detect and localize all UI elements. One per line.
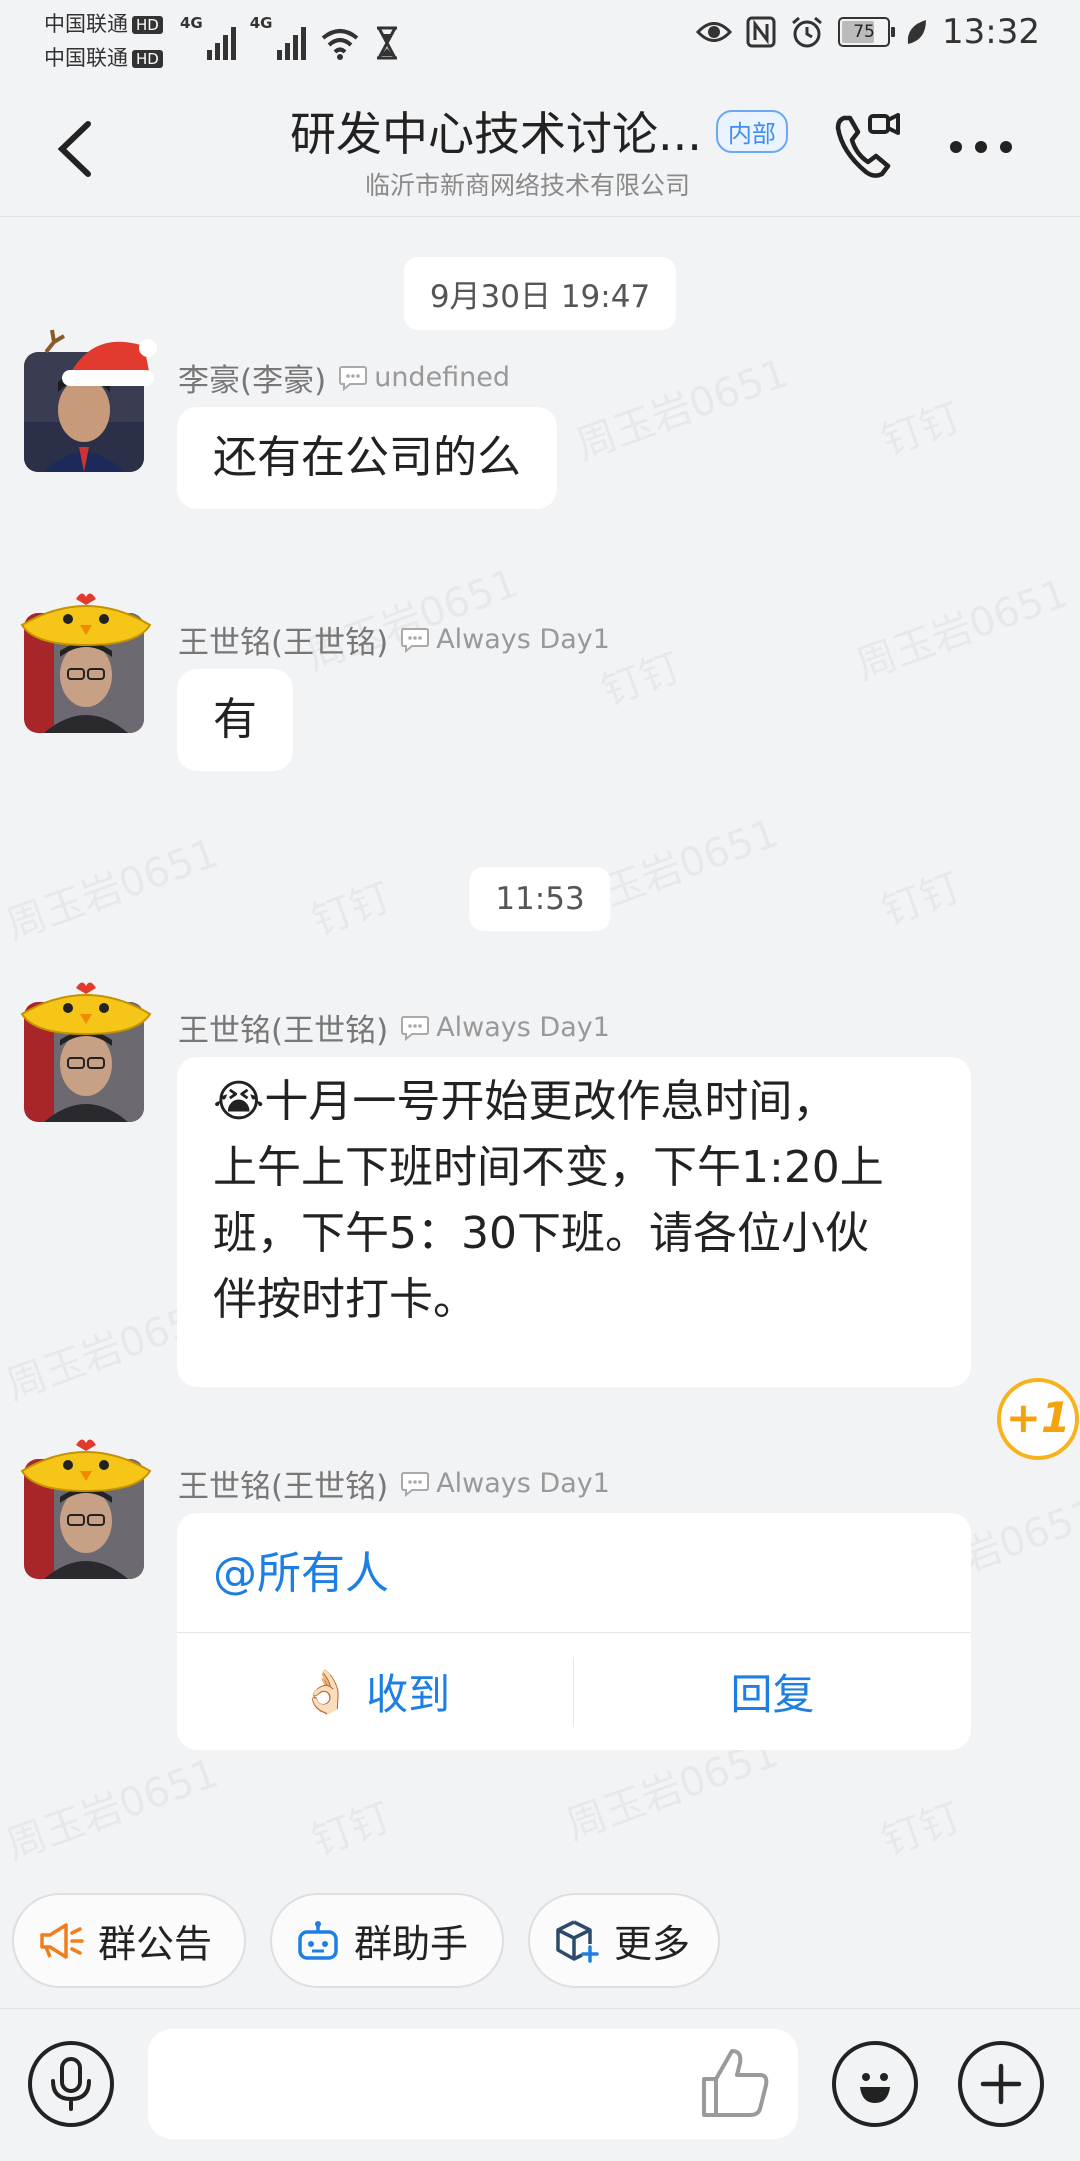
carrier-label: 中国联通 HD: [44, 8, 163, 38]
mention-card[interactable]: @所有人 👌🏻 收到 回复: [177, 1513, 971, 1750]
reply-label: 回复: [730, 1670, 815, 1719]
message-timestamp: 11:53: [469, 867, 611, 931]
chicken-hat-icon: [20, 1439, 152, 1493]
message-bubble[interactable]: 有: [177, 669, 293, 771]
organization-name: 临沂市新商网络技术有限公司: [365, 171, 691, 200]
message-list[interactable]: 周玉岩0651 钉钉 周玉岩0651 周玉岩0651 钉钉 周玉岩0651 钉钉…: [0, 217, 1080, 1873]
watermark-text: 周玉岩0651: [0, 1741, 225, 1871]
plus-one-button[interactable]: +1: [997, 1378, 1079, 1460]
hd-badge: HD: [132, 50, 163, 68]
quick-action-label: 群助手: [354, 1922, 469, 1966]
leaf-icon: [907, 20, 927, 44]
sender-signature: Always Day1: [436, 1468, 610, 1499]
sender-name: 王世铭(王世铭): [178, 1013, 389, 1049]
status-bar: 中国联通 HD 中国联通 HD 4G 4G 75 13:32: [0, 0, 1080, 80]
smiley-icon: [860, 2073, 890, 2103]
watermark-text: 周玉岩0651: [847, 561, 1075, 691]
eye-icon: [696, 22, 733, 42]
battery-icon: 75: [838, 17, 896, 47]
group-assistant-button[interactable]: 群助手: [270, 1893, 504, 1988]
avatar[interactable]: [24, 329, 157, 472]
avatar[interactable]: [20, 1439, 152, 1579]
hourglass-icon: [376, 26, 397, 60]
sender-row: 王世铭(王世铭) Always Day1: [178, 617, 610, 662]
megaphone-icon: [40, 1922, 84, 1959]
crying-emoji-icon: 😭: [213, 1076, 265, 1127]
acknowledge-button[interactable]: 👌🏻 收到: [177, 1633, 573, 1750]
add-attachment-button[interactable]: [958, 2041, 1044, 2127]
signal-strength-icon: [206, 24, 236, 60]
input-bar: [0, 2008, 1080, 2161]
watermark-text: 钉钉: [302, 865, 397, 947]
network-type-label: 4G: [180, 14, 203, 32]
watermark-text: 周玉岩0651: [567, 341, 795, 471]
more-options-icon[interactable]: [950, 132, 1030, 162]
watermark-text: 周玉岩0651: [0, 821, 225, 951]
quick-action-label: 群公告: [98, 1922, 213, 1966]
sender-name: 王世铭(王世铭): [178, 1469, 389, 1505]
more-features-button[interactable]: 更多: [528, 1893, 720, 1988]
signature-bubble-icon: [339, 365, 368, 391]
watermark-text: 钉钉: [872, 385, 967, 467]
title-row[interactable]: 研发中心技术讨论... 内部: [290, 98, 788, 164]
avatar[interactable]: [20, 982, 152, 1122]
message-text: 有: [213, 694, 257, 745]
status-right: 75 13:32: [696, 12, 1040, 52]
sender-signature: undefined: [374, 362, 511, 393]
network-type-label: 4G: [249, 14, 273, 32]
sender-signature: Always Day1: [436, 1012, 610, 1043]
signature-bubble-icon: [401, 1471, 430, 1497]
watermark-text: 钉钉: [302, 1785, 397, 1867]
sender-signature: Always Day1: [436, 624, 610, 655]
signal-strength-icon: [276, 24, 306, 60]
signature-bubble-icon: [401, 627, 430, 653]
alarm-icon: [792, 16, 822, 48]
message-text: 还有在公司的么: [213, 432, 521, 483]
group-title: 研发中心技术讨论...: [290, 107, 702, 161]
voice-input-button[interactable]: [28, 2041, 114, 2127]
signal-indicators: 4G 4G: [180, 14, 400, 60]
sender-row: 李豪(李豪) undefined: [178, 355, 510, 400]
wifi-icon: [321, 29, 358, 60]
mention-all-link[interactable]: @所有人: [213, 1537, 389, 1601]
sender-row: 王世铭(王世铭) Always Day1: [178, 1461, 610, 1506]
robot-icon: [298, 1920, 338, 1960]
video-call-icon[interactable]: [830, 108, 906, 184]
nfc-icon: [746, 16, 776, 48]
thumbs-up-icon[interactable]: [700, 2047, 770, 2119]
sender-row: 王世铭(王世铭) Always Day1: [178, 1005, 610, 1050]
back-arrow-icon[interactable]: [50, 114, 110, 184]
message-timestamp: 9月30日 19:47: [403, 257, 677, 330]
internal-badge: 内部: [715, 109, 788, 153]
reply-button[interactable]: 回复: [574, 1633, 971, 1750]
sender-name: 王世铭(王世铭): [178, 625, 389, 661]
santa-hat-icon: [44, 329, 157, 386]
hd-badge: HD: [132, 16, 163, 34]
message-text: 😭十月一号开始更改作息时间， 上午上下班时间不变，下午1:20上 班，下午5：3…: [213, 1076, 884, 1325]
clock: 13:32: [942, 12, 1040, 52]
carrier-label: 中国联通 HD: [44, 42, 163, 72]
chat-header: 研发中心技术讨论... 内部 临沂市新商网络技术有限公司: [0, 80, 1080, 217]
chicken-hat-icon: [20, 593, 152, 647]
watermark-text: 钉钉: [872, 1785, 967, 1867]
plus-icon: [980, 2063, 1022, 2105]
acknowledge-label: 收到: [366, 1670, 451, 1719]
microphone-icon: [51, 2057, 91, 2111]
sender-name: 李豪(李豪): [178, 363, 327, 399]
message-bubble[interactable]: 还有在公司的么: [177, 407, 557, 509]
watermark-text: 钉钉: [872, 855, 967, 937]
cube-icon: [556, 1919, 599, 1963]
ok-hand-icon: 👌🏻: [299, 1666, 353, 1716]
emoji-button[interactable]: [832, 2041, 918, 2127]
quick-action-label: 更多: [614, 1922, 691, 1966]
chicken-hat-icon: [20, 982, 152, 1036]
signature-bubble-icon: [401, 1015, 430, 1041]
message-bubble[interactable]: 😭十月一号开始更改作息时间， 上午上下班时间不变，下午1:20上 班，下午5：3…: [177, 1057, 971, 1387]
group-announcement-button[interactable]: 群公告: [12, 1893, 246, 1988]
avatar[interactable]: [20, 593, 152, 733]
